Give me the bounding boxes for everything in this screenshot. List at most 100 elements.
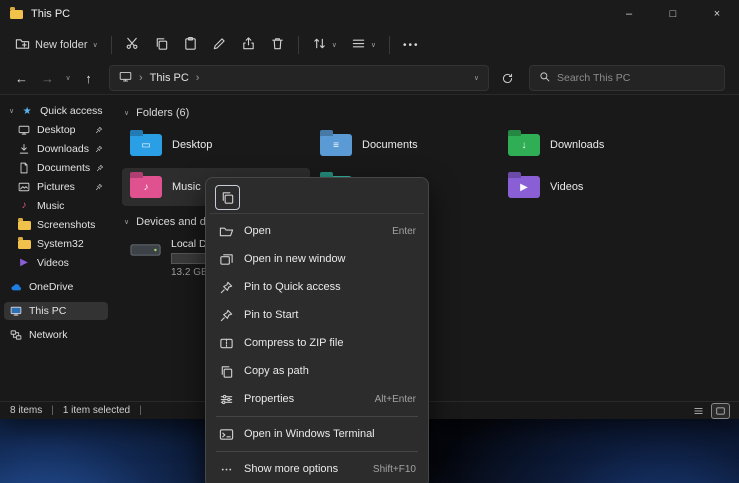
- more-options-icon: [218, 462, 234, 477]
- large-icons-view-button[interactable]: [712, 404, 729, 418]
- address-dropdown-chevron-icon[interactable]: ∨: [474, 74, 479, 82]
- collapse-chevron-icon[interactable]: ∨: [124, 110, 129, 117]
- downloads-icon: [17, 143, 31, 155]
- menu-item-pin-to-start[interactable]: Pin to Start: [210, 301, 424, 329]
- chevron-down-icon: ∨: [371, 42, 376, 49]
- menu-item-shortcut: Enter: [392, 226, 416, 237]
- sidebar-item-desktop[interactable]: Desktop: [4, 121, 108, 139]
- menu-item-copy-as-path[interactable]: Copy as path: [210, 357, 424, 385]
- forward-button[interactable]: →: [36, 71, 59, 86]
- music-folder-icon: ♪: [130, 176, 162, 198]
- folder-tile-documents[interactable]: ≡ Documents: [312, 126, 498, 164]
- close-button[interactable]: ×: [695, 0, 739, 28]
- command-bar: New folder ∨ ∨ ∨ •••: [0, 28, 739, 62]
- breadcrumb[interactable]: This PC: [150, 72, 189, 84]
- up-button[interactable]: ↑: [77, 71, 100, 86]
- sidebar-item-documents[interactable]: Documents: [4, 159, 108, 177]
- open-icon: [218, 224, 234, 239]
- title-bar[interactable]: This PC – □ ×: [0, 0, 739, 28]
- onedrive-cloud-icon: [9, 281, 23, 294]
- new-folder-button[interactable]: New folder ∨: [8, 31, 105, 59]
- documents-folder-icon: ≡: [320, 134, 352, 156]
- breadcrumb-separator: ›: [196, 72, 200, 84]
- expand-chevron-icon[interactable]: ∨: [9, 108, 14, 115]
- details-view-button[interactable]: [690, 404, 707, 418]
- view-toggles: [690, 404, 729, 418]
- toolbar-divider: [111, 36, 112, 54]
- cut-button[interactable]: [118, 31, 147, 59]
- rename-button[interactable]: [205, 31, 234, 59]
- delete-icon: [270, 36, 285, 54]
- sidebar-item-label: OneDrive: [29, 281, 73, 293]
- share-button[interactable]: [234, 31, 263, 59]
- refresh-button[interactable]: [494, 65, 520, 91]
- sidebar-item-label: Pictures: [37, 181, 75, 193]
- delete-button[interactable]: [263, 31, 292, 59]
- menu-item-pin-to-quick-access[interactable]: Pin to Quick access: [210, 273, 424, 301]
- sidebar-item-system32[interactable]: System32: [4, 235, 108, 253]
- sidebar-item-label: System32: [37, 238, 84, 250]
- menu-item-compress-to-zip[interactable]: Compress to ZIP file: [210, 329, 424, 357]
- menu-item-label: Pin to Start: [244, 309, 298, 321]
- paste-button[interactable]: [176, 31, 205, 59]
- this-pc-icon: [9, 305, 23, 317]
- sidebar-item-label: Videos: [37, 257, 69, 269]
- sidebar-item-onedrive[interactable]: OneDrive: [4, 278, 108, 296]
- explorer-app-icon: [10, 10, 23, 19]
- collapse-chevron-icon[interactable]: ∨: [124, 219, 129, 226]
- address-bar[interactable]: › This PC › ∨: [109, 65, 489, 91]
- folder-name: Desktop: [172, 139, 212, 151]
- sidebar-item-music[interactable]: ♪ Music: [4, 197, 108, 215]
- minimize-button[interactable]: –: [607, 0, 651, 28]
- pin-icon: [96, 164, 104, 172]
- quick-access-star-icon: ★: [20, 106, 34, 117]
- menu-item-shortcut: Alt+Enter: [375, 394, 416, 405]
- maximize-button[interactable]: □: [651, 0, 695, 28]
- sidebar-item-pictures[interactable]: Pictures: [4, 178, 108, 196]
- sidebar-item-network[interactable]: Network: [4, 326, 108, 344]
- pictures-icon: [17, 181, 31, 193]
- folder-tile-downloads[interactable]: ↓ Downloads: [500, 126, 700, 164]
- context-menu: Open Enter Open in new window Pin to Qui…: [205, 177, 429, 483]
- sidebar-item-this-pc[interactable]: This PC: [4, 302, 108, 320]
- sidebar-item-quick-access[interactable]: ∨ ★ Quick access: [4, 102, 108, 120]
- desktop-icon: [17, 124, 31, 136]
- sidebar-item-label: Desktop: [37, 124, 76, 136]
- rename-icon: [212, 36, 227, 54]
- folder-tile-videos[interactable]: ▶ Videos: [500, 168, 700, 206]
- menu-item-label: Open in new window: [244, 253, 346, 265]
- network-icon: [9, 329, 23, 341]
- zip-icon: [218, 336, 234, 351]
- menu-item-open[interactable]: Open Enter: [210, 217, 424, 245]
- new-window-icon: [218, 252, 234, 267]
- see-more-button[interactable]: •••: [396, 35, 427, 56]
- sidebar-item-screenshots[interactable]: Screenshots: [4, 216, 108, 234]
- navigation-bar: ← → ∨ ↑ › This PC › ∨: [0, 62, 739, 95]
- menu-item-show-more-options[interactable]: Show more options Shift+F10: [210, 455, 424, 483]
- menu-item-open-in-windows-terminal[interactable]: Open in Windows Terminal: [210, 420, 424, 448]
- back-button[interactable]: ←: [10, 71, 33, 86]
- recent-locations-chevron-icon[interactable]: ∨: [62, 74, 74, 82]
- folder-icon: [17, 240, 31, 249]
- sidebar-item-downloads[interactable]: Downloads: [4, 140, 108, 158]
- folder-icon: [17, 221, 31, 230]
- sort-button[interactable]: ∨: [305, 31, 344, 59]
- sidebar-item-label: This PC: [29, 305, 66, 317]
- folder-name: Videos: [550, 181, 583, 193]
- copy-button[interactable]: [147, 31, 176, 59]
- sort-icon: [312, 36, 327, 54]
- window-title: This PC: [31, 8, 70, 20]
- sidebar-item-videos[interactable]: ▶ Videos: [4, 254, 108, 272]
- copy-icon[interactable]: [215, 185, 240, 210]
- menu-item-open-in-new-window[interactable]: Open in new window: [210, 245, 424, 273]
- view-button[interactable]: ∨: [344, 31, 383, 59]
- folder-name: Music: [172, 181, 201, 193]
- search-input[interactable]: [557, 72, 715, 84]
- status-divider: |: [51, 405, 54, 416]
- menu-item-label: Pin to Quick access: [244, 281, 341, 293]
- menu-item-label: Open: [244, 225, 271, 237]
- monitor-glyph: ▭: [130, 134, 162, 156]
- folder-tile-desktop[interactable]: ▭ Desktop: [122, 126, 310, 164]
- folders-section-header[interactable]: ∨ Folders (6): [124, 107, 739, 119]
- menu-item-properties[interactable]: Properties Alt+Enter: [210, 385, 424, 413]
